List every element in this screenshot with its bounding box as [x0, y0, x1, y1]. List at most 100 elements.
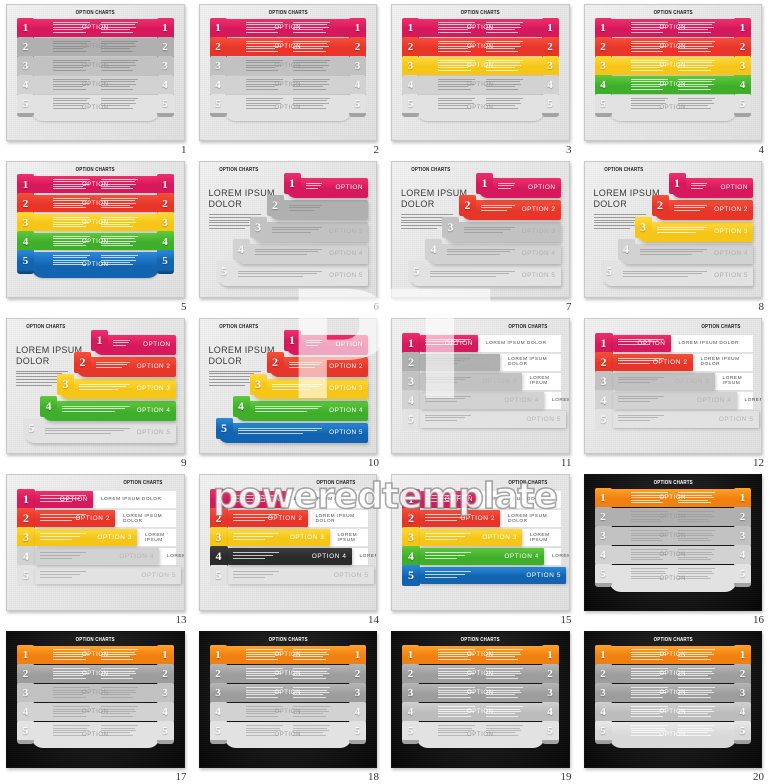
option-tab-right[interactable]: 2 — [734, 506, 751, 528]
option-bar[interactable]: OPTION — [223, 19, 352, 37]
step-number-badge[interactable]: 3 — [249, 373, 267, 395]
option-row[interactable]: OPTION 1 1 — [402, 17, 559, 38]
option-bar[interactable]: OPTION — [608, 565, 737, 592]
step-number-badge[interactable]: 2 — [594, 351, 613, 373]
option-row[interactable]: OPTION 2 2 — [594, 663, 751, 685]
option-bar[interactable]: OPTION — [31, 38, 160, 56]
option-row[interactable]: OPTION 4 LOREM 4 — [402, 389, 569, 411]
option-tab-left[interactable]: 3 — [209, 682, 227, 704]
staircase-step[interactable]: OPTION 2 2 — [651, 194, 753, 220]
option-tab-right[interactable]: 4 — [349, 701, 366, 723]
slide-thumbnail-cell[interactable]: OPTION CHARTS OPTION 1 1 OPTION 2 2 OPTION 3 3 OPT… — [193, 0, 386, 157]
option-tab-left[interactable]: 3 — [402, 682, 419, 704]
option-tab-left[interactable]: 1 — [209, 644, 227, 666]
option-row[interactable]: OPTION 4 4 — [17, 231, 174, 252]
option-bar[interactable]: OPTION — [608, 95, 737, 122]
staircase-step[interactable]: OPTION 1 — [283, 172, 368, 198]
option-row[interactable]: OPTION 5 5 — [17, 720, 174, 749]
option-row[interactable]: OPTION 3 LOREM IPSUM 3 — [594, 370, 753, 392]
option-row[interactable]: OPTION 1 1 — [594, 487, 751, 509]
slide-thumbnail-cell[interactable]: OPTION CHARTS OPTION LOREM IPSUM DOLOR 1 OPT… — [385, 470, 578, 627]
option-tab-left[interactable]: 3 — [17, 212, 34, 233]
step-number-badge[interactable]: 5 — [23, 417, 40, 439]
option-bar[interactable]: OPTION — [223, 57, 352, 75]
slide-thumbnail-cell[interactable]: OPTION CHARTS LOREM IPSUM DOLOR OPTION 1 OPTI… — [193, 314, 386, 471]
option-row[interactable]: OPTION LOREM IPSUM DOLOR 1 — [402, 489, 561, 511]
option-tab-right[interactable]: 5 — [734, 93, 751, 114]
option-tab-right[interactable]: 4 — [734, 544, 751, 566]
option-tab-left[interactable]: 5 — [17, 93, 34, 114]
option-tab-right[interactable]: 2 — [734, 36, 751, 57]
option-bar[interactable]: OPTION — [608, 646, 737, 664]
option-bar[interactable]: OPTION — [608, 57, 737, 75]
option-tab-left[interactable]: 1 — [17, 174, 34, 195]
option-row[interactable]: OPTION 3 LOREM IPSUM 3 — [17, 527, 176, 549]
option-tab-left[interactable]: 2 — [209, 663, 227, 685]
option-row[interactable]: OPTION 4 4 — [17, 74, 174, 95]
option-bar[interactable]: OPTION — [416, 722, 545, 749]
option-row[interactable]: OPTION 5 5 — [17, 93, 174, 122]
step-number-badge[interactable]: 4 — [402, 546, 420, 568]
slide-thumbnail-cell[interactable]: OPTION CHARTS OPTION LOREM IPSUM DOLOR 1 OPT… — [385, 314, 578, 471]
step-number-badge[interactable]: 1 — [476, 172, 493, 194]
step-number-badge[interactable]: 4 — [425, 238, 442, 260]
staircase-step[interactable]: OPTION 3 3 — [249, 216, 368, 242]
option-tab-left[interactable]: 1 — [594, 17, 612, 38]
slide-preview[interactable]: OPTION CHARTS OPTION 1 1 OPTION 2 2 OPTION 3 3 OPT… — [583, 4, 762, 141]
step-number-badge[interactable]: 3 — [594, 370, 613, 392]
option-bar[interactable]: OPTION — [35, 491, 93, 509]
option-tab-right[interactable]: 1 — [734, 644, 751, 666]
slide-preview[interactable]: OPTION CHARTS OPTION 1 1 OPTION 2 2 OPTION 3 3 OPT… — [583, 474, 762, 612]
option-tab-left[interactable]: 1 — [594, 487, 612, 509]
slide-thumbnail-cell[interactable]: OPTION CHARTS LOREM IPSUM DOLOR OPTION 1 OPTI… — [0, 314, 193, 471]
option-bar[interactable]: OPTION 3 — [420, 372, 522, 390]
option-bar[interactable]: OPTION — [223, 646, 352, 664]
option-bar[interactable]: OPTION — [31, 703, 160, 721]
option-bar[interactable]: OPTION 3 — [612, 372, 715, 390]
option-bar[interactable]: OPTION — [227, 491, 286, 509]
option-row[interactable]: OPTION LOREM IPSUM DOLOR 1 — [209, 489, 368, 511]
option-tab-left[interactable]: 1 — [17, 17, 34, 38]
step-number-badge[interactable]: 5 — [215, 260, 233, 282]
step-number-badge[interactable]: 3 — [634, 216, 652, 238]
option-row[interactable]: OPTION 4 4 — [594, 701, 751, 723]
step-number-badge[interactable]: 3 — [17, 527, 35, 549]
option-bar[interactable]: OPTION 2 — [35, 510, 115, 528]
option-row[interactable]: OPTION 2 2 — [594, 36, 751, 57]
option-tab-left[interactable]: 4 — [17, 231, 34, 252]
option-bar[interactable]: OPTION — [223, 703, 352, 721]
step-number-badge[interactable]: 5 — [402, 565, 420, 587]
slide-thumbnail-cell[interactable]: OPTION CHARTS OPTION LOREM IPSUM DOLOR 1 OPT… — [193, 470, 386, 627]
option-tab-left[interactable]: 4 — [209, 74, 227, 95]
option-tab-left[interactable]: 5 — [402, 93, 419, 114]
option-bar[interactable]: OPTION 4 — [35, 548, 159, 566]
option-tab-left[interactable]: 3 — [594, 682, 612, 704]
staircase-step[interactable]: OPTION 4 4 — [232, 395, 368, 421]
slide-thumbnail-cell[interactable]: OPTION CHARTS LOREM IPSUM DOLOR OPTION 1 OPTI… — [385, 157, 578, 314]
option-bar[interactable]: OPTION — [31, 175, 160, 194]
option-row[interactable]: OPTION 4 4 — [402, 74, 559, 95]
step-number-badge[interactable]: 4 — [17, 546, 35, 568]
option-tab-right[interactable]: 5 — [541, 720, 559, 742]
option-row[interactable]: OPTION 4 4 — [209, 701, 366, 723]
option-row[interactable]: OPTION 3 3 — [594, 55, 751, 76]
option-bar[interactable]: OPTION — [416, 646, 545, 664]
staircase-step[interactable]: OPTION 2 2 — [266, 194, 368, 220]
option-row[interactable]: OPTION 2 LOREM IPSUM DOLOR 2 — [402, 508, 561, 530]
option-row[interactable]: OPTION 2 LOREM IPSUM DOLOR 2 — [17, 508, 176, 530]
option-tab-right[interactable]: 4 — [541, 74, 559, 95]
option-row[interactable]: OPTION 5 5 — [594, 93, 751, 122]
option-row[interactable]: OPTION 5 5 — [17, 565, 181, 587]
option-row[interactable]: OPTION 5 5 — [17, 250, 174, 279]
option-tab-right[interactable]: 3 — [541, 55, 559, 76]
option-tab-left[interactable]: 3 — [402, 55, 419, 76]
step-number-badge[interactable]: 3 — [402, 370, 420, 392]
option-tab-left[interactable]: 4 — [594, 701, 612, 723]
option-tab-right[interactable]: 4 — [541, 701, 559, 723]
option-tab-left[interactable]: 2 — [402, 36, 419, 57]
slide-thumbnail-cell[interactable]: OPTION CHARTS OPTION LOREM IPSUM DOLOR 1 OPT… — [578, 314, 770, 471]
staircase-step[interactable]: OPTION 3 3 — [634, 216, 753, 242]
slide-preview[interactable]: OPTION CHARTS OPTION 1 1 OPTION 2 2 OPTION 3 3 OPT… — [198, 4, 377, 141]
option-bar[interactable]: OPTION — [608, 703, 737, 721]
option-row[interactable]: OPTION 5 5 — [402, 93, 559, 122]
